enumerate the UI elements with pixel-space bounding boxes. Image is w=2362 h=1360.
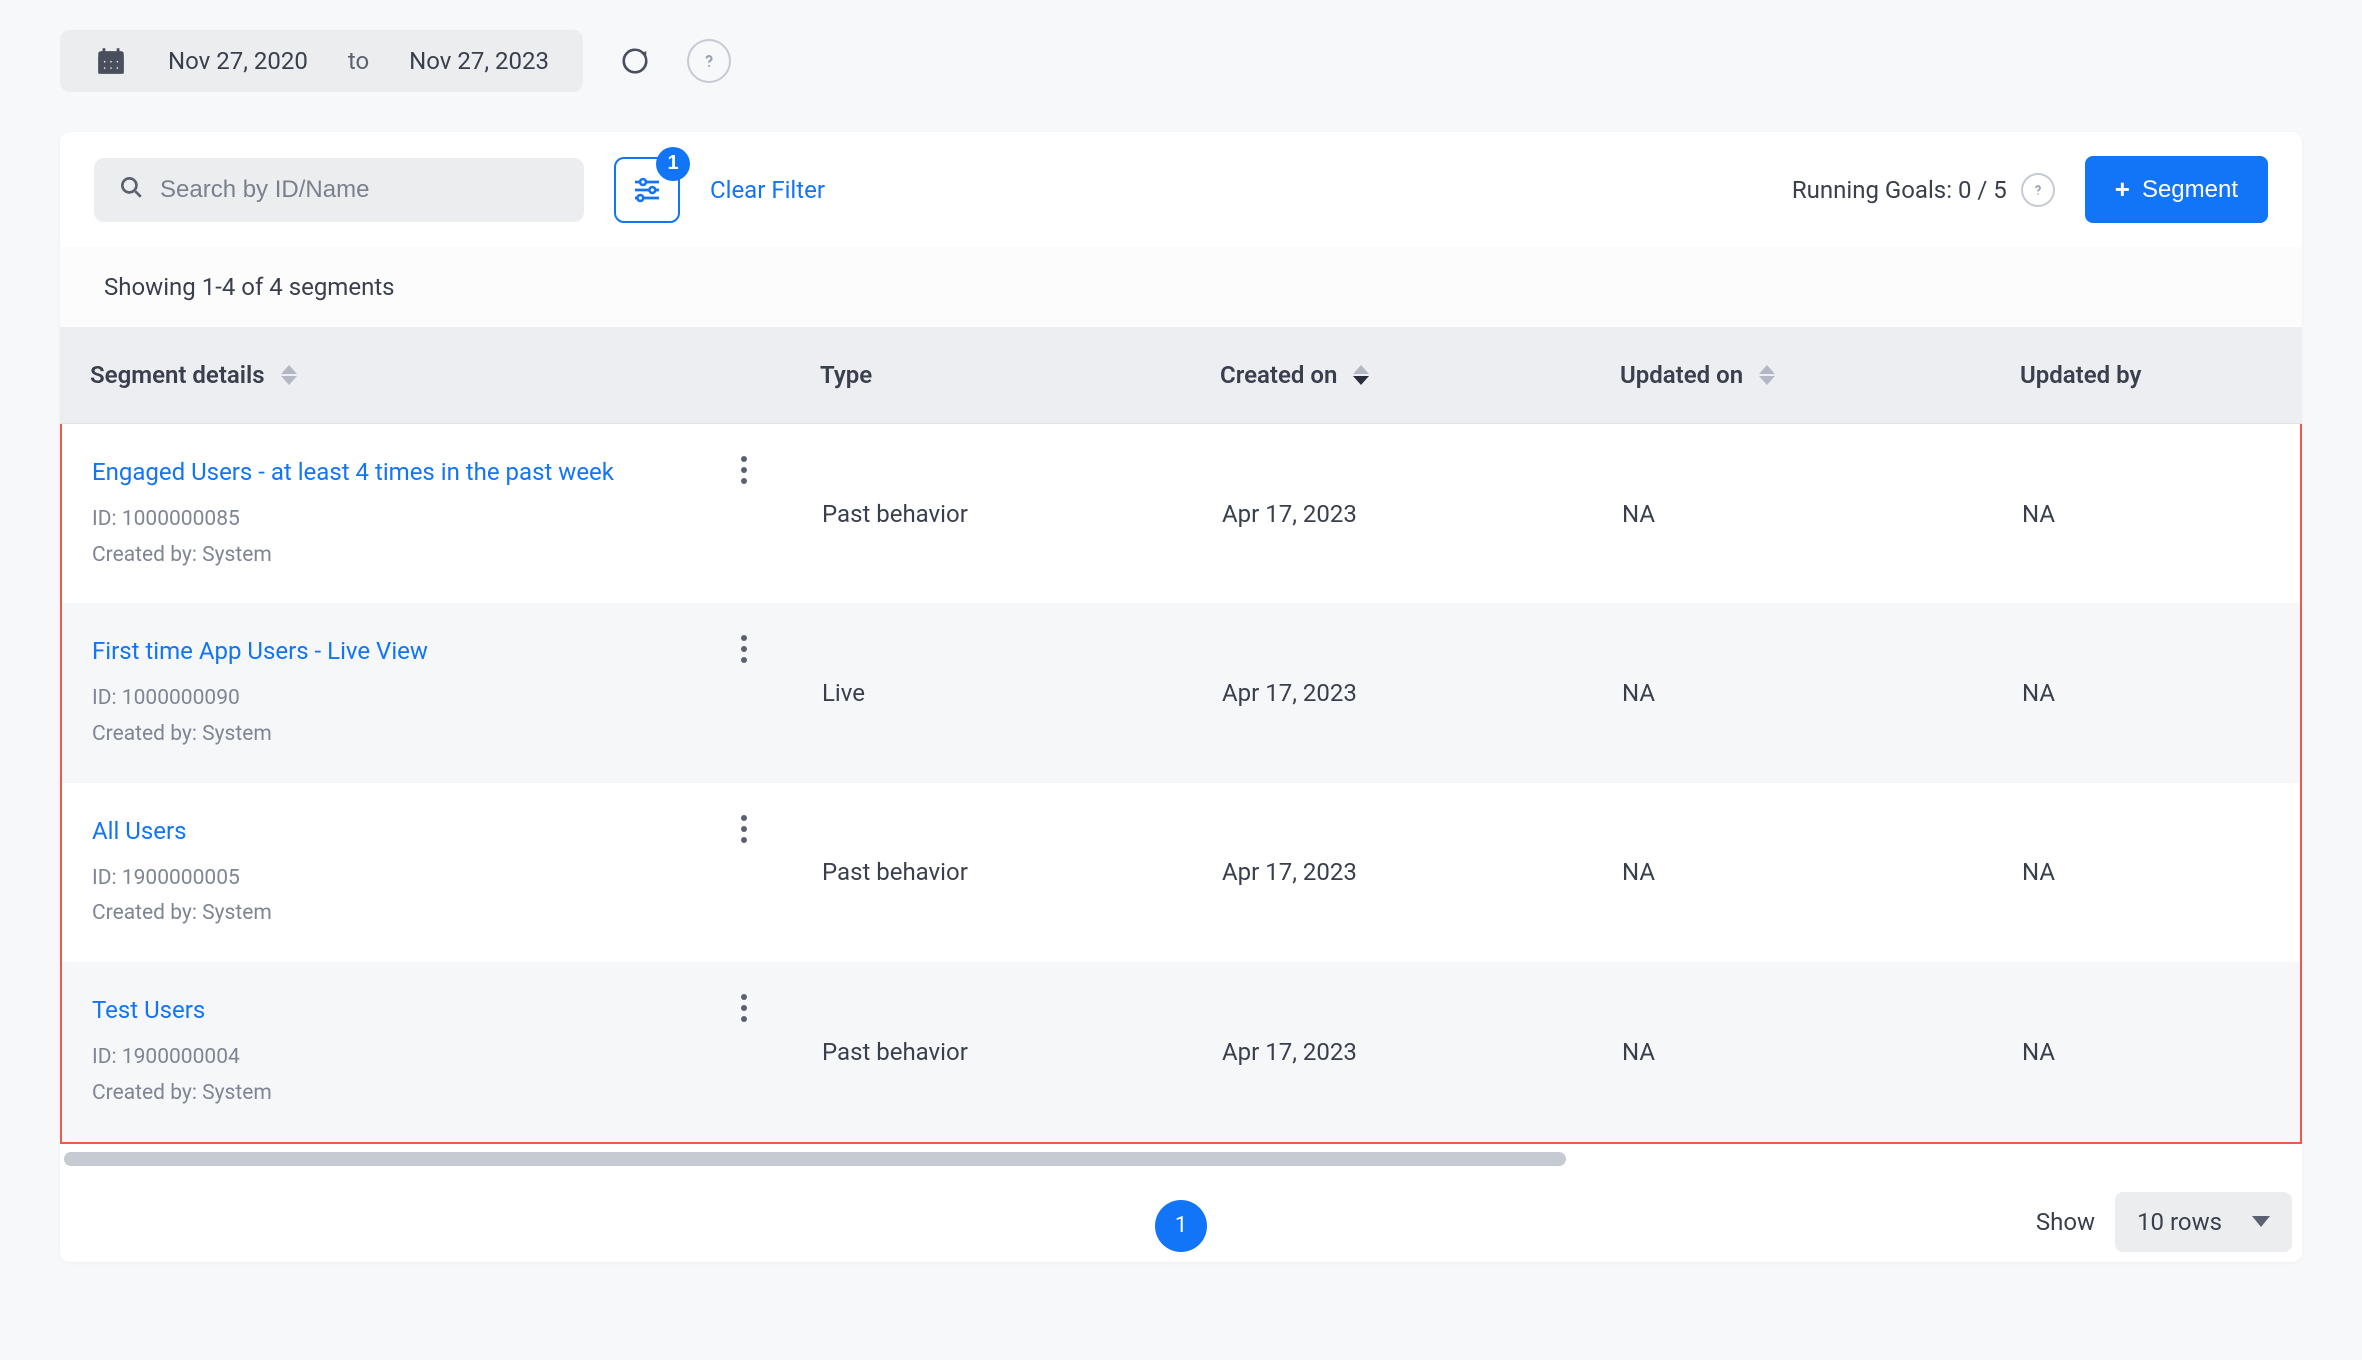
cell-updated-by: NA	[1992, 603, 2300, 782]
segments-table: Segment details Type Created on	[60, 327, 2302, 424]
segments-card: 1 Clear Filter Running Goals: 0 / 5 + Se…	[60, 132, 2302, 1262]
cell-updated-by: NA	[1992, 962, 2300, 1141]
col-updated-on[interactable]: Updated on	[1590, 327, 1990, 424]
row-actions-menu[interactable]	[726, 811, 762, 847]
col-segment-details[interactable]: Segment details	[60, 327, 790, 424]
sort-icon	[1759, 365, 1775, 385]
chevron-down-icon	[2252, 1216, 2270, 1227]
row-actions-menu[interactable]	[726, 631, 762, 667]
cell-updated-by: NA	[1992, 783, 2300, 962]
segment-meta: ID: 1000000085Created by: System	[92, 502, 712, 573]
help-icon[interactable]	[687, 39, 731, 83]
search-input-wrap[interactable]	[94, 158, 584, 222]
date-from: Nov 27, 2020	[168, 47, 308, 75]
cell-type: Past behavior	[792, 783, 1192, 962]
new-segment-button[interactable]: + Segment	[2085, 156, 2268, 223]
sort-icon	[1353, 365, 1369, 385]
help-icon[interactable]	[2021, 173, 2055, 207]
horizontal-scrollbar[interactable]	[64, 1152, 1566, 1166]
cell-type: Past behavior	[792, 424, 1192, 603]
cell-updated-on: NA	[1592, 603, 1992, 782]
cell-created-on: Apr 17, 2023	[1192, 783, 1592, 962]
segment-name-link[interactable]: First time App Users - Live View	[92, 633, 712, 669]
cell-updated-on: NA	[1592, 424, 1992, 603]
date-range-picker[interactable]: Nov 27, 2020 to Nov 27, 2023	[60, 30, 583, 92]
col-updated-by[interactable]: Updated by	[1990, 327, 2302, 424]
page-number[interactable]: 1	[1155, 1200, 1207, 1252]
filter-count-badge: 1	[656, 147, 690, 181]
search-input[interactable]	[160, 176, 560, 204]
rows-per-page-select[interactable]: 10 rows	[2115, 1192, 2292, 1252]
segment-name-link[interactable]: Engaged Users - at least 4 times in the …	[92, 454, 712, 490]
cell-created-on: Apr 17, 2023	[1192, 424, 1592, 603]
segment-name-link[interactable]: Test Users	[92, 992, 712, 1028]
row-actions-menu[interactable]	[726, 452, 762, 488]
table-row: All Users ID: 1900000005Created by: Syst…	[62, 783, 2300, 962]
sort-icon	[281, 365, 297, 385]
segment-name-link[interactable]: All Users	[92, 813, 712, 849]
refresh-button[interactable]	[613, 39, 657, 83]
table-row: Engaged Users - at least 4 times in the …	[62, 424, 2300, 603]
cell-updated-on: NA	[1592, 962, 1992, 1141]
new-segment-label: Segment	[2142, 176, 2238, 204]
results-summary: Showing 1-4 of 4 segments	[60, 247, 2302, 327]
calendar-icon	[94, 44, 128, 78]
cell-created-on: Apr 17, 2023	[1192, 962, 1592, 1141]
cell-updated-by: NA	[1992, 424, 2300, 603]
segment-meta: ID: 1900000005Created by: System	[92, 861, 712, 932]
running-goals-label: Running Goals: 0 / 5	[1792, 173, 2055, 207]
filter-button[interactable]: 1	[614, 157, 680, 223]
segment-meta: ID: 1900000004Created by: System	[92, 1040, 712, 1111]
search-icon	[118, 174, 144, 206]
cell-type: Live	[792, 603, 1192, 782]
plus-icon: +	[2115, 174, 2130, 205]
segment-meta: ID: 1000000090Created by: System	[92, 681, 712, 752]
col-created-on[interactable]: Created on	[1190, 327, 1590, 424]
date-separator: to	[348, 47, 369, 75]
clear-filter-link[interactable]: Clear Filter	[710, 176, 825, 204]
table-row: Test Users ID: 1900000004Created by: Sys…	[62, 962, 2300, 1141]
cell-updated-on: NA	[1592, 783, 1992, 962]
cell-type: Past behavior	[792, 962, 1192, 1141]
date-to: Nov 27, 2023	[409, 47, 549, 75]
row-actions-menu[interactable]	[726, 990, 762, 1026]
col-type[interactable]: Type	[790, 327, 1190, 424]
cell-created-on: Apr 17, 2023	[1192, 603, 1592, 782]
table-row: First time App Users - Live View ID: 100…	[62, 603, 2300, 782]
rows-show-label: Show	[2036, 1208, 2095, 1236]
